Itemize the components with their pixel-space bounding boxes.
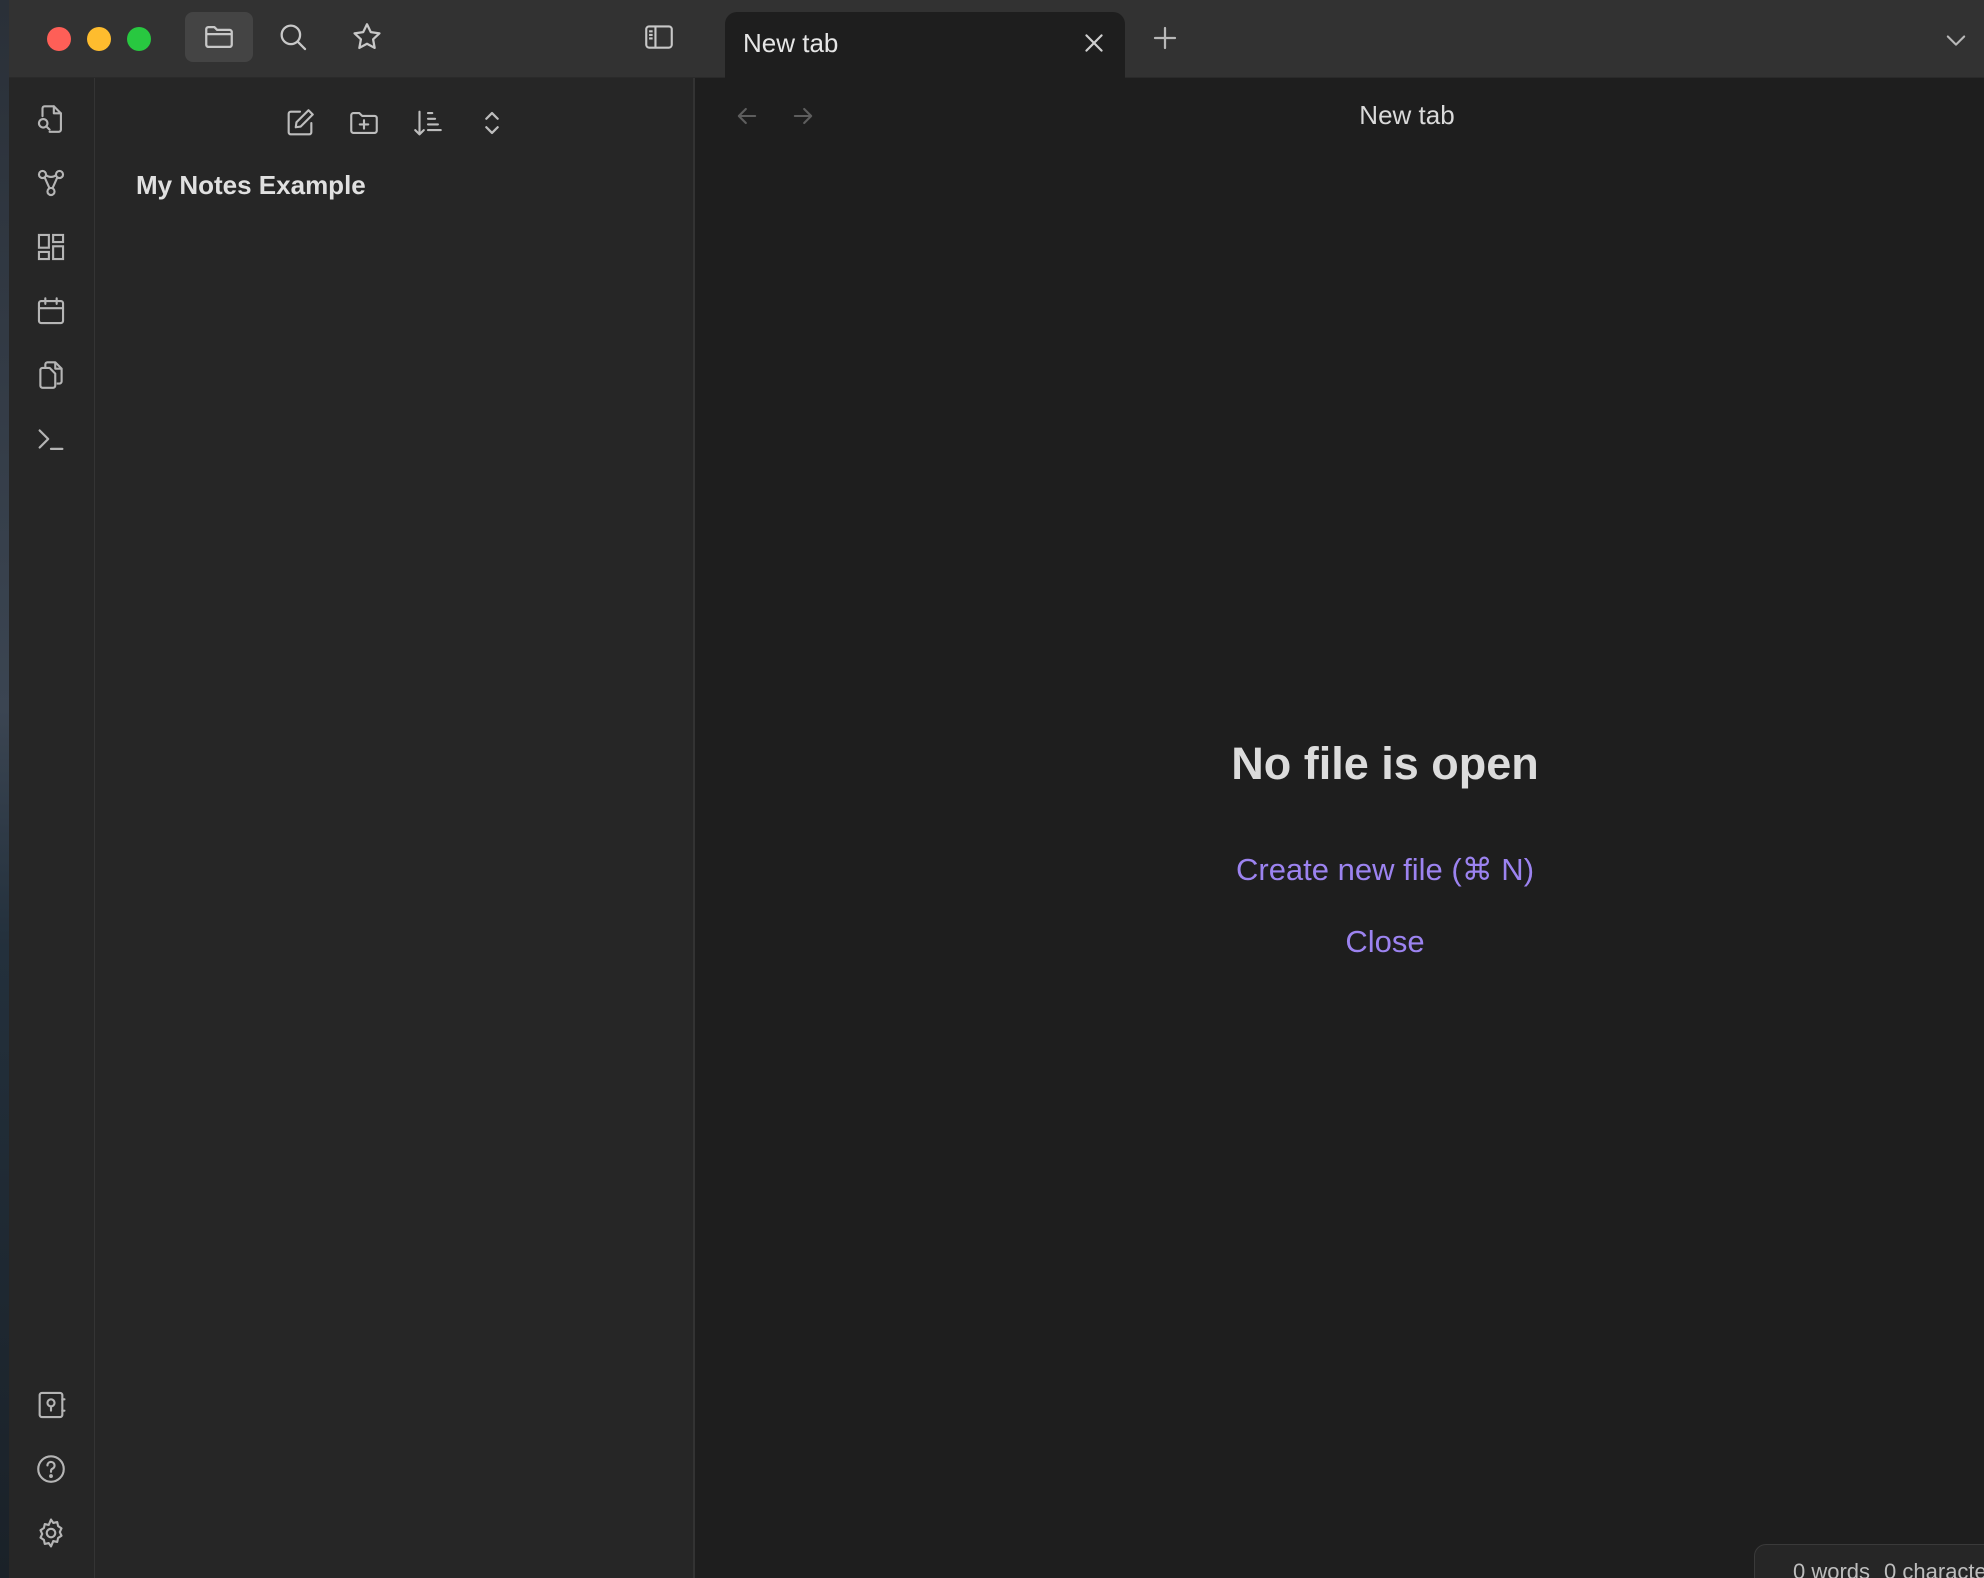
graph-icon <box>37 169 65 197</box>
chevron-down-icon <box>1946 35 1966 46</box>
canvas-button[interactable] <box>28 224 74 270</box>
close-window-button[interactable] <box>47 27 71 51</box>
open-vault-button[interactable] <box>28 1382 74 1428</box>
close-row: Close <box>697 924 1984 960</box>
character-count: 0 characters <box>1884 1559 1984 1578</box>
folder-icon <box>205 25 233 49</box>
desktop-background <box>0 0 9 1578</box>
close-icon <box>1085 34 1103 52</box>
daily-note-button[interactable] <box>28 288 74 334</box>
help-icon <box>37 1455 65 1483</box>
sort-button[interactable] <box>405 100 451 146</box>
chevrons-up-down-icon <box>485 111 499 135</box>
editor-area: New tab No file is open Create new file … <box>697 78 1984 1578</box>
bookmarks-button[interactable] <box>333 12 401 62</box>
new-note-button[interactable] <box>277 100 323 146</box>
gear-icon <box>39 1518 63 1548</box>
view-header-title: New tab <box>1359 100 1455 130</box>
search-button[interactable] <box>259 12 327 62</box>
settings-button[interactable] <box>28 1510 74 1556</box>
star-icon <box>353 23 381 50</box>
help-button[interactable] <box>28 1446 74 1492</box>
search-icon <box>280 24 307 51</box>
templates-button[interactable] <box>28 352 74 398</box>
file-explorer-pane: My Notes Example <box>95 78 695 1578</box>
new-folder-button[interactable] <box>341 100 387 146</box>
terminal-icon <box>38 429 64 451</box>
quick-switcher-button[interactable] <box>28 96 74 142</box>
copy-files-icon <box>39 361 63 389</box>
tab-label: New tab <box>743 28 839 58</box>
status-bar: 0 words 0 characters <box>1754 1544 1984 1578</box>
minimize-window-button[interactable] <box>87 27 111 51</box>
app-window: New tab My Notes Example New tab No file… <box>0 0 1984 1578</box>
tab-new-tab[interactable]: New tab <box>725 12 1125 78</box>
toggle-sidebar-button[interactable] <box>625 12 693 62</box>
new-tab-button[interactable] <box>1145 18 1185 58</box>
graph-view-button[interactable] <box>28 160 74 206</box>
folder-plus-icon <box>350 112 378 134</box>
create-file-row: Create new file (⌘ N) <box>697 852 1984 888</box>
edit-icon <box>287 109 314 136</box>
empty-state-title: No file is open <box>1231 738 1539 789</box>
close-link[interactable]: Close <box>1345 924 1424 959</box>
sidebar-toggle-icon <box>645 25 673 49</box>
collapse-all-button[interactable] <box>469 100 515 146</box>
vault-icon <box>38 1391 66 1419</box>
word-count: 0 words <box>1793 1559 1871 1578</box>
zoom-window-button[interactable] <box>127 27 151 51</box>
canvas-grid-icon <box>37 233 65 261</box>
title-bar: New tab <box>9 0 1984 78</box>
file-explorer-button[interactable] <box>185 12 253 62</box>
create-new-file-link[interactable]: Create new file (⌘ N) <box>1236 852 1534 887</box>
tab-list-button[interactable] <box>1936 20 1976 60</box>
sort-icon <box>414 110 442 136</box>
plus-icon <box>1153 26 1177 50</box>
vault-title[interactable]: My Notes Example <box>136 170 366 201</box>
close-tab-button[interactable] <box>1077 26 1111 60</box>
ribbon <box>9 78 95 1578</box>
command-palette-button[interactable] <box>28 416 74 462</box>
file-search-icon <box>37 105 62 133</box>
calendar-icon <box>37 297 65 325</box>
